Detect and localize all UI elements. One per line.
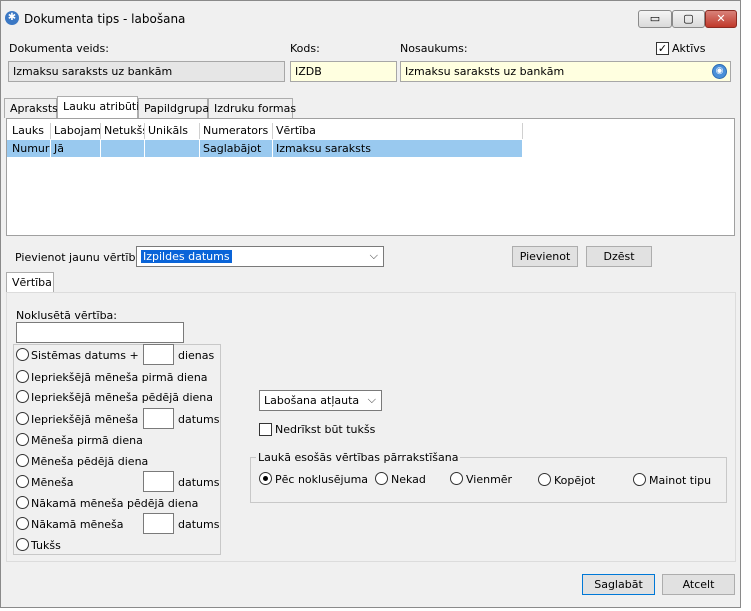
column-header[interactable]: Lauks bbox=[9, 123, 51, 139]
not-empty-label: Nedrīkst būt tukšs bbox=[275, 423, 376, 436]
active-checkbox[interactable]: ✓ bbox=[656, 42, 669, 55]
translate-globe-icon[interactable]: ◉ bbox=[712, 64, 727, 79]
close-button[interactable]: ✕ bbox=[705, 10, 737, 28]
option-suffix: datums bbox=[178, 476, 220, 489]
overwrite-option-label: Nekad bbox=[391, 473, 426, 486]
doc-type-field[interactable]: Izmaksu saraksts uz bankām bbox=[8, 61, 285, 82]
add-value-selected: Izpildes datums bbox=[141, 250, 232, 263]
option-suffix: dienas bbox=[178, 349, 215, 362]
overwrite-option-label: Pēc noklusējuma bbox=[275, 473, 369, 486]
delete-button[interactable]: Dzēst bbox=[586, 246, 652, 267]
column-header[interactable]: Unikāls bbox=[145, 123, 200, 139]
background-edge bbox=[741, 0, 751, 611]
option-label: Tukšs bbox=[31, 539, 61, 552]
column-header[interactable]: Netukšs bbox=[101, 123, 145, 139]
overwrite-option-label: Kopējot bbox=[554, 474, 596, 487]
option-label: Sistēmas datums + bbox=[31, 349, 139, 362]
column-header[interactable]: Vērtība bbox=[273, 123, 523, 139]
month-date-input[interactable] bbox=[143, 471, 174, 492]
tab-izdruku-formas[interactable]: Izdruku formas bbox=[208, 98, 296, 118]
days-input[interactable] bbox=[143, 344, 174, 365]
table-cell: Jā bbox=[51, 140, 101, 157]
radio-month-last[interactable] bbox=[16, 454, 29, 467]
add-button[interactable]: Pievienot bbox=[512, 246, 578, 267]
option-label: Nākamā mēneša pēdējā diena bbox=[31, 497, 199, 510]
radio-system-date[interactable] bbox=[16, 348, 29, 361]
tab-apraksts[interactable]: Apraksts bbox=[4, 98, 58, 118]
code-label: Kods: bbox=[290, 42, 320, 55]
window-title: Dokumenta tips - labošana bbox=[24, 12, 186, 26]
minimize-button[interactable]: ▭ bbox=[638, 10, 672, 28]
default-value-label: Noklusētā vērtība: bbox=[16, 309, 118, 322]
doc-type-label: Dokumenta veids: bbox=[9, 42, 109, 55]
radio-prev-month-first[interactable] bbox=[16, 370, 29, 383]
fields-grid[interactable]: Lauks Labojams Netukšs Unikāls Numerator… bbox=[6, 118, 735, 236]
maximize-icon: ▢ bbox=[683, 12, 694, 25]
default-value-input[interactable] bbox=[16, 322, 184, 343]
radio-overwrite-default[interactable] bbox=[259, 472, 272, 485]
option-label: Iepriekšējā mēneša pēdējā diena bbox=[31, 391, 214, 404]
save-button[interactable]: Saglabāt bbox=[582, 574, 655, 595]
radio-month-date[interactable] bbox=[16, 475, 29, 488]
column-header[interactable]: Numerators bbox=[200, 123, 273, 139]
option-label: Nākamā mēneša bbox=[31, 518, 124, 531]
radio-prev-month-last[interactable] bbox=[16, 390, 29, 403]
next-month-date-input[interactable] bbox=[143, 513, 174, 534]
code-field[interactable]: IZDB bbox=[290, 61, 397, 82]
tab-lauku-atributi[interactable]: Lauku atribūti bbox=[57, 96, 139, 118]
name-label: Nosaukums: bbox=[400, 42, 468, 55]
table-cell bbox=[101, 140, 145, 157]
not-empty-checkbox[interactable] bbox=[259, 423, 272, 436]
close-icon: ✕ bbox=[716, 12, 726, 25]
add-value-select[interactable]: Izpildes datums ⌵ bbox=[136, 246, 384, 267]
option-label: Iepriekšējā mēneša bbox=[31, 413, 139, 426]
maximize-button[interactable]: ▢ bbox=[672, 10, 705, 28]
name-field[interactable]: Izmaksu saraksts uz bankām bbox=[400, 61, 731, 82]
option-label: Mēneša bbox=[31, 476, 74, 489]
table-row[interactable]: Numurs Jā Saglabājot Izmaksu saraksts bbox=[7, 140, 523, 157]
active-label: Aktīvs bbox=[672, 42, 706, 55]
prev-month-date-input[interactable] bbox=[143, 408, 174, 429]
overwrite-option-label: Vienmēr bbox=[466, 473, 513, 486]
add-value-label: Pievienot jaunu vērtību: bbox=[15, 251, 147, 264]
radio-month-first[interactable] bbox=[16, 433, 29, 446]
app-icon: ✱ bbox=[5, 11, 19, 25]
chevron-down-icon: ⌵ bbox=[367, 393, 376, 406]
radio-empty[interactable] bbox=[16, 538, 29, 551]
radio-overwrite-never[interactable] bbox=[375, 472, 388, 485]
chevron-down-icon: ⌵ bbox=[369, 249, 378, 262]
radio-overwrite-type-change[interactable] bbox=[633, 473, 646, 486]
option-label: Mēneša pēdējā diena bbox=[31, 455, 149, 468]
radio-overwrite-always[interactable] bbox=[450, 472, 463, 485]
radio-next-month-last[interactable] bbox=[16, 496, 29, 509]
tab-vertiba[interactable]: Vērtība bbox=[6, 272, 54, 293]
table-cell bbox=[145, 140, 200, 157]
editing-selected: Labošana atļauta bbox=[264, 394, 360, 407]
option-label: Iepriekšējā mēneša pirmā diena bbox=[31, 371, 208, 384]
overwrite-title: Laukā esošās vērtības pārrakstīšana bbox=[256, 451, 461, 464]
table-cell: Saglabājot bbox=[200, 140, 273, 157]
column-header[interactable]: Labojams bbox=[51, 123, 101, 139]
tab-papildgrupas[interactable]: Papildgrupas bbox=[138, 98, 215, 118]
minimize-icon: ▭ bbox=[649, 12, 661, 25]
overwrite-option-label: Mainot tipu bbox=[649, 474, 712, 487]
radio-prev-month-date[interactable] bbox=[16, 412, 29, 425]
option-suffix: datums bbox=[178, 518, 220, 531]
table-cell: Izmaksu saraksts bbox=[273, 140, 523, 157]
cancel-button[interactable]: Atcelt bbox=[662, 574, 735, 595]
editing-select[interactable]: Labošana atļauta ⌵ bbox=[259, 390, 382, 411]
option-label: Mēneša pirmā diena bbox=[31, 434, 143, 447]
radio-next-month-date[interactable] bbox=[16, 517, 29, 530]
radio-overwrite-copying[interactable] bbox=[538, 473, 551, 486]
table-cell: Numurs bbox=[9, 140, 51, 157]
option-suffix: datums bbox=[178, 413, 220, 426]
